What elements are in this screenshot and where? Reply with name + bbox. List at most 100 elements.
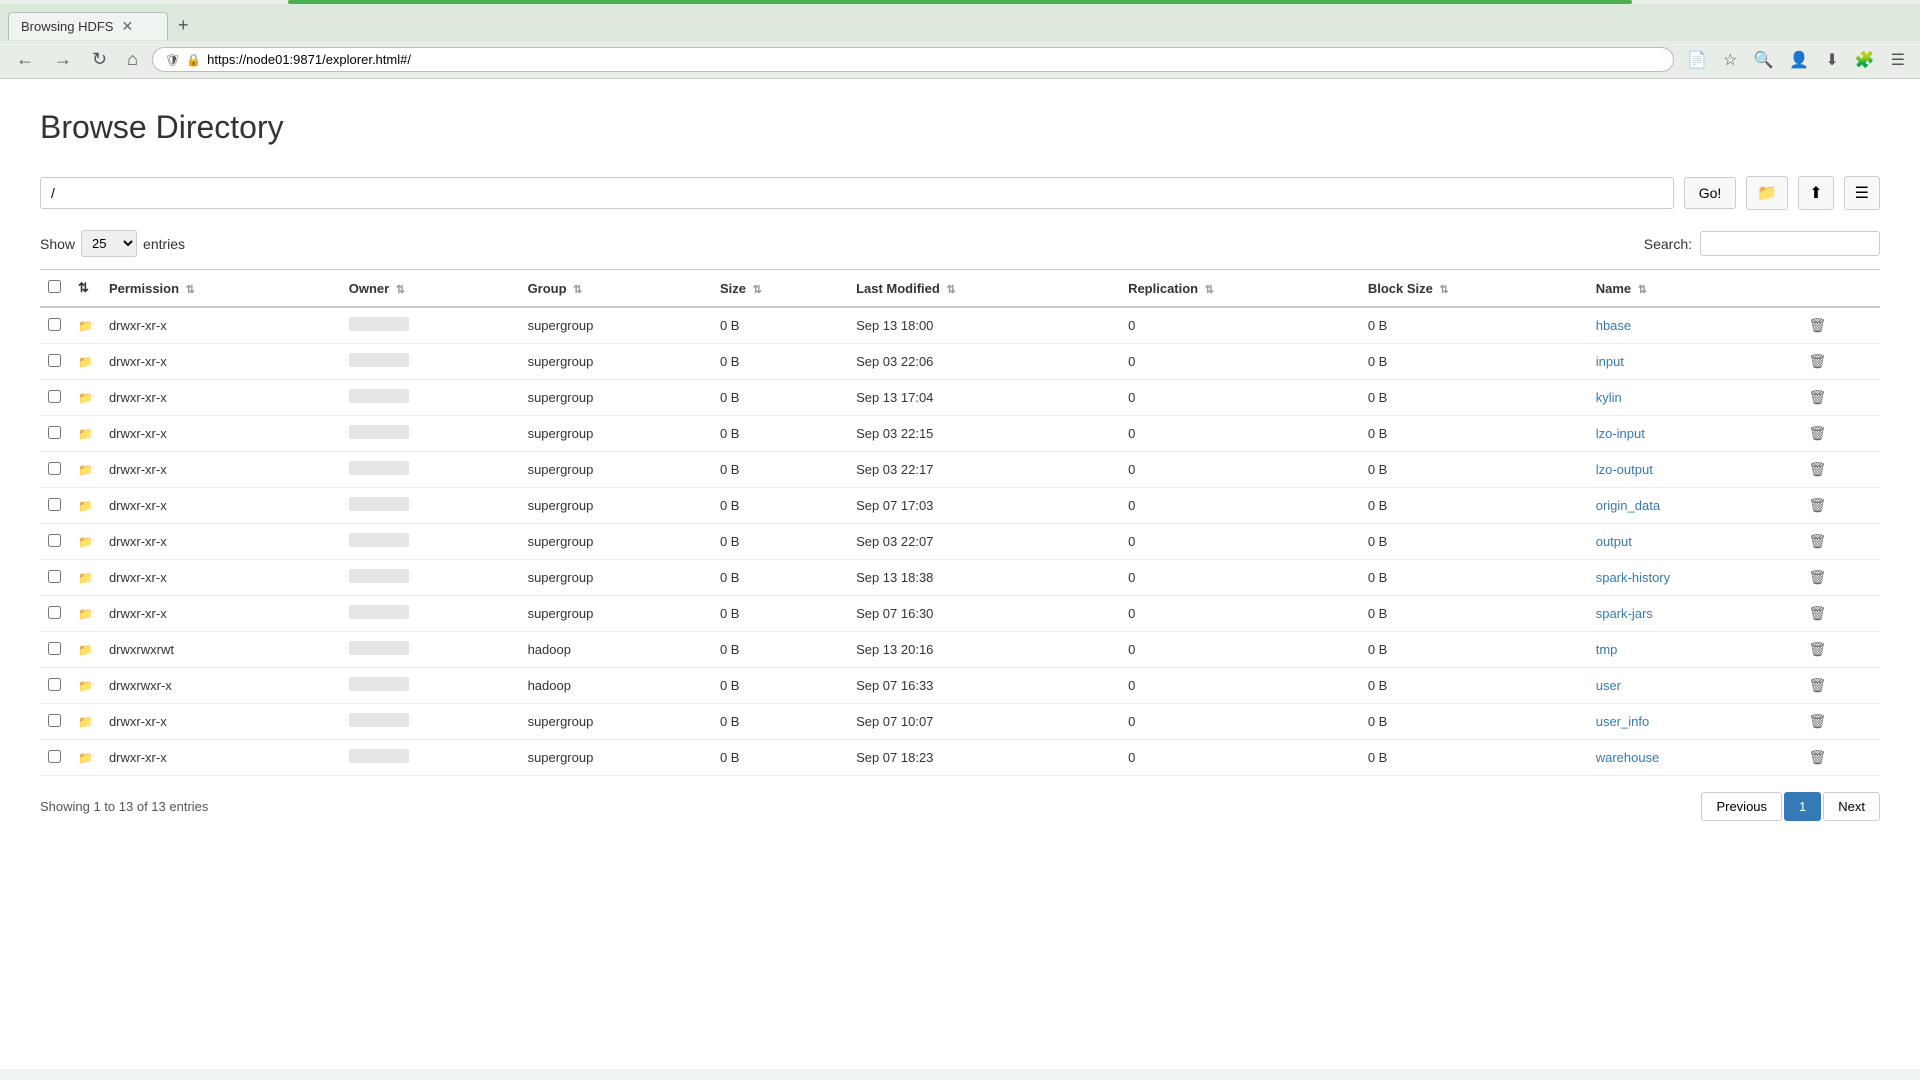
file-link[interactable]: output: [1596, 534, 1632, 549]
owner-value: [349, 317, 409, 331]
download-button[interactable]: ⬇: [1820, 48, 1843, 72]
type-icon-header[interactable]: ⇅: [70, 270, 101, 308]
row-block-size: 0 B: [1360, 452, 1588, 488]
row-name: origin_data: [1588, 488, 1801, 524]
file-link[interactable]: kylin: [1596, 390, 1622, 405]
file-link[interactable]: user_info: [1596, 714, 1649, 729]
delete-button[interactable]: 🗑: [1808, 677, 1826, 694]
url-input[interactable]: [207, 52, 1661, 67]
row-checkbox[interactable]: [48, 354, 61, 367]
size-header[interactable]: Size ⇅: [712, 270, 848, 308]
upload-icon-button[interactable]: ⬆: [1798, 176, 1833, 210]
last-modified-header[interactable]: Last Modified ⇅: [848, 270, 1120, 308]
row-checkbox[interactable]: [48, 750, 61, 763]
owner-header[interactable]: Owner ⇅: [341, 270, 520, 308]
row-replication: 0: [1120, 596, 1360, 632]
file-link[interactable]: input: [1596, 354, 1624, 369]
delete-button[interactable]: 🗑: [1808, 569, 1826, 586]
row-size: 0 B: [712, 380, 848, 416]
select-all-header[interactable]: [40, 270, 70, 308]
page-content: Browse Directory Go! 📁 ⬆ ☰ Show 10 25 50…: [0, 79, 1920, 1069]
delete-button[interactable]: 🗑: [1808, 389, 1826, 406]
delete-button[interactable]: 🗑: [1808, 461, 1826, 478]
row-checkbox[interactable]: [48, 642, 61, 655]
row-delete: 🗑: [1800, 632, 1880, 668]
file-link[interactable]: warehouse: [1596, 750, 1660, 765]
permission-header[interactable]: Permission ⇅: [101, 270, 341, 308]
row-delete: 🗑: [1800, 416, 1880, 452]
table-row: 📁 drwxr-xr-x supergroup 0 B Sep 13 18:38…: [40, 560, 1880, 596]
row-last-modified: Sep 13 20:16: [848, 632, 1120, 668]
pagination-buttons: Previous 1 Next: [1701, 792, 1880, 821]
row-checkbox[interactable]: [48, 606, 61, 619]
row-checkbox[interactable]: [48, 714, 61, 727]
go-button[interactable]: Go!: [1684, 177, 1737, 209]
row-group: supergroup: [520, 344, 712, 380]
file-link[interactable]: origin_data: [1596, 498, 1660, 513]
file-link[interactable]: user: [1596, 678, 1621, 693]
search-button[interactable]: 🔍: [1748, 48, 1778, 72]
delete-button[interactable]: 🗑: [1808, 533, 1826, 550]
forward-button[interactable]: →: [48, 47, 78, 72]
block-size-header[interactable]: Block Size ⇅: [1360, 270, 1588, 308]
permission-sort-icon: ⇅: [186, 284, 195, 296]
row-delete: 🗑: [1800, 380, 1880, 416]
menu-button[interactable]: ☰: [1886, 48, 1910, 72]
replication-header[interactable]: Replication ⇅: [1120, 270, 1360, 308]
delete-button[interactable]: 🗑: [1808, 641, 1826, 658]
path-input[interactable]: [40, 177, 1674, 209]
row-replication: 0: [1120, 668, 1360, 704]
delete-button[interactable]: 🗑: [1808, 317, 1826, 334]
delete-button[interactable]: 🗑: [1808, 605, 1826, 622]
row-checkbox[interactable]: [48, 318, 61, 331]
tab-close-button[interactable]: ✕: [121, 18, 133, 35]
folder-type-icon: 📁: [78, 571, 93, 585]
name-header[interactable]: Name ⇅: [1588, 270, 1801, 308]
account-button[interactable]: 👤: [1784, 48, 1814, 72]
extensions-button[interactable]: 🧩: [1850, 48, 1880, 72]
folder-icon-button[interactable]: 📁: [1746, 176, 1788, 210]
folder-type-icon: 📁: [78, 607, 93, 621]
delete-button[interactable]: 🗑: [1808, 425, 1826, 442]
row-checkbox[interactable]: [48, 570, 61, 583]
table-row: 📁 drwxr-xr-x supergroup 0 B Sep 03 22:06…: [40, 344, 1880, 380]
row-group: supergroup: [520, 416, 712, 452]
delete-button[interactable]: 🗑: [1808, 749, 1826, 766]
back-button[interactable]: ←: [10, 47, 40, 72]
active-tab[interactable]: Browsing HDFS ✕: [8, 12, 168, 40]
page-1-button[interactable]: 1: [1784, 792, 1821, 821]
file-link[interactable]: lzo-input: [1596, 426, 1645, 441]
reader-button[interactable]: 📄: [1682, 48, 1712, 72]
file-link[interactable]: lzo-output: [1596, 462, 1653, 477]
group-header[interactable]: Group ⇅: [520, 270, 712, 308]
file-link[interactable]: spark-jars: [1596, 606, 1653, 621]
row-checkbox[interactable]: [48, 390, 61, 403]
row-checkbox[interactable]: [48, 462, 61, 475]
delete-button[interactable]: 🗑: [1808, 713, 1826, 730]
row-last-modified: Sep 13 18:00: [848, 307, 1120, 344]
bookmark-button[interactable]: ☆: [1718, 48, 1742, 72]
delete-button[interactable]: 🗑: [1808, 497, 1826, 514]
search-input[interactable]: [1700, 231, 1880, 256]
row-checkbox[interactable]: [48, 678, 61, 691]
row-owner: [341, 452, 520, 488]
row-checkbox[interactable]: [48, 534, 61, 547]
reload-button[interactable]: ↻: [86, 47, 113, 72]
new-tab-button[interactable]: +: [168, 10, 199, 41]
list-icon-button[interactable]: ☰: [1844, 176, 1880, 210]
select-all-checkbox[interactable]: [48, 280, 61, 293]
row-type-icon: 📁: [70, 668, 101, 704]
next-button[interactable]: Next: [1823, 792, 1880, 821]
file-link[interactable]: spark-history: [1596, 570, 1670, 585]
table-row: 📁 drwxr-xr-x supergroup 0 B Sep 03 22:07…: [40, 524, 1880, 560]
home-button[interactable]: ⌂: [121, 47, 144, 72]
row-checkbox[interactable]: [48, 498, 61, 511]
row-last-modified: Sep 07 16:30: [848, 596, 1120, 632]
tab-title: Browsing HDFS: [21, 19, 113, 34]
entries-select[interactable]: 10 25 50 100: [81, 230, 137, 257]
previous-button[interactable]: Previous: [1701, 792, 1782, 821]
file-link[interactable]: tmp: [1596, 642, 1618, 657]
file-link[interactable]: hbase: [1596, 318, 1631, 333]
row-checkbox[interactable]: [48, 426, 61, 439]
delete-button[interactable]: 🗑: [1808, 353, 1826, 370]
